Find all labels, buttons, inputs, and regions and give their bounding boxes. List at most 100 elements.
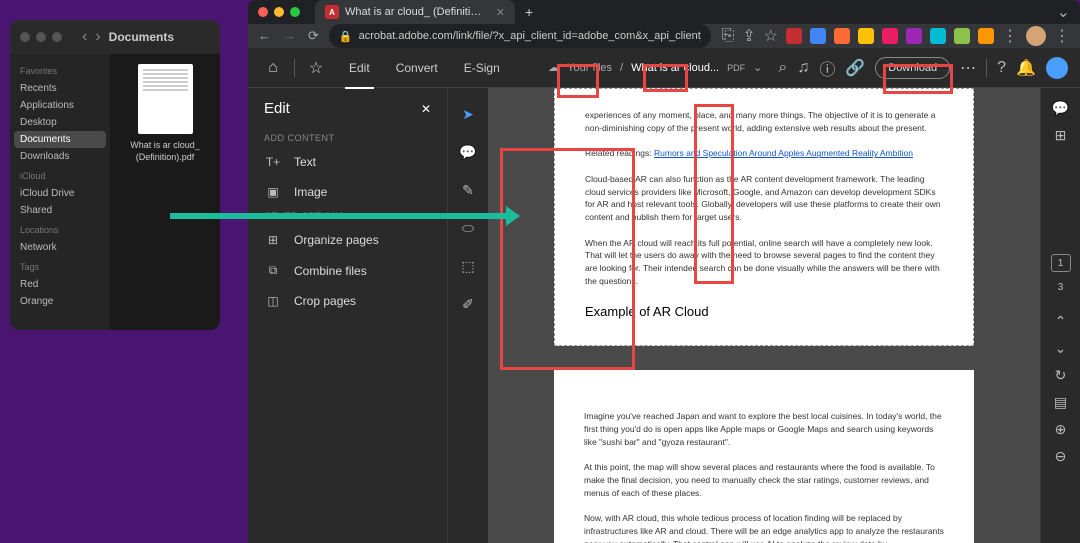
down-icon[interactable]: ⌄ bbox=[1055, 340, 1067, 357]
organize-pages[interactable]: ⊞Organize pages bbox=[248, 225, 447, 255]
sidebar-item[interactable]: Red bbox=[14, 276, 106, 293]
chevron-down-icon[interactable]: ⌄ bbox=[753, 61, 762, 74]
more-icon[interactable]: ⋯ bbox=[960, 58, 976, 78]
user-avatar[interactable] bbox=[1046, 57, 1068, 79]
crop-pages[interactable]: ◫Crop pages bbox=[248, 286, 447, 316]
finder-nav[interactable]: ‹› bbox=[82, 28, 101, 46]
combine-files[interactable]: ⧉Combine files bbox=[248, 255, 447, 286]
acrobat-app: ⌂ ☆ Edit Convert E-Sign ☁ Your files/ Wh… bbox=[248, 48, 1080, 543]
traffic-lights[interactable] bbox=[20, 32, 62, 42]
file-thumb[interactable] bbox=[138, 64, 193, 134]
finder-window: ‹› Documents Favorites Recents Applicati… bbox=[10, 20, 220, 330]
search-icon[interactable]: ⌕ bbox=[778, 59, 787, 77]
pen-tool[interactable]: ✎ bbox=[456, 178, 480, 202]
headphones-icon[interactable]: ♫ bbox=[797, 59, 809, 77]
up-icon[interactable]: ⌃ bbox=[1055, 313, 1067, 330]
text-icon: T+ bbox=[264, 155, 282, 169]
page-total: 3 bbox=[1058, 282, 1064, 293]
star-icon[interactable]: ☆ bbox=[303, 55, 329, 81]
tab-edit[interactable]: Edit bbox=[337, 55, 382, 81]
ext-icon[interactable] bbox=[906, 28, 922, 44]
sidebar-item[interactable]: Desktop bbox=[14, 114, 106, 131]
sidebar-item[interactable]: iCloud Drive bbox=[14, 185, 106, 202]
page-icon[interactable]: ▤ bbox=[1054, 394, 1067, 411]
ext-icon[interactable] bbox=[978, 28, 994, 44]
close-icon[interactable]: ✕ bbox=[421, 102, 431, 116]
help-icon[interactable]: ? bbox=[997, 59, 1006, 77]
arrow-annotation bbox=[170, 213, 510, 219]
pdf-page[interactable]: experiences of any moment, place, and ma… bbox=[554, 88, 974, 346]
url-field[interactable]: 🔒 acrobat.adobe.com/link/file/?x_api_cli… bbox=[329, 24, 712, 48]
edit-panel: Edit ✕ ADD CONTENT T+Text ▣Image OTHER O… bbox=[248, 88, 448, 543]
sidebar-item[interactable]: Recents bbox=[14, 80, 106, 97]
ext-icon[interactable] bbox=[954, 28, 970, 44]
crop-icon: ◫ bbox=[264, 294, 282, 308]
doc-link[interactable]: Rumors and Speculation Around Apples Aug… bbox=[654, 148, 913, 158]
page-num[interactable]: 1 bbox=[1051, 254, 1071, 272]
finder-sidebar: Favorites Recents Applications Desktop D… bbox=[10, 54, 110, 330]
comment-tool[interactable]: 💬 bbox=[456, 140, 480, 164]
sidebar-item[interactable]: Documents bbox=[14, 131, 106, 148]
sidebar-item[interactable]: Shared bbox=[14, 202, 106, 219]
lock-icon: 🔒 bbox=[339, 30, 353, 43]
back-icon[interactable]: ‹ bbox=[82, 28, 87, 46]
document-area[interactable]: experiences of any moment, place, and ma… bbox=[488, 88, 1040, 543]
ext-icon[interactable] bbox=[786, 28, 802, 44]
image-icon: ▣ bbox=[264, 185, 282, 199]
ext-icon[interactable] bbox=[858, 28, 874, 44]
home-icon[interactable]: ⌂ bbox=[260, 55, 286, 81]
back-icon[interactable]: ← bbox=[258, 28, 271, 44]
panel-title: Edit bbox=[264, 100, 290, 117]
eraser-tool[interactable]: ⬭ bbox=[456, 216, 480, 240]
pdf-page[interactable]: Imagine you've reached Japan and want to… bbox=[554, 370, 974, 543]
profile-avatar[interactable] bbox=[1026, 26, 1046, 46]
sidebar-item[interactable]: Orange bbox=[14, 293, 106, 310]
browser-tab[interactable]: A What is ar cloud_ (Definition) ✕ bbox=[315, 0, 515, 24]
new-tab-button[interactable]: + bbox=[525, 4, 533, 20]
grid-icon[interactable]: ⊞ bbox=[1055, 127, 1067, 144]
forward-icon[interactable]: › bbox=[95, 28, 100, 46]
download-button[interactable]: Download bbox=[875, 57, 950, 79]
finder-content: What is ar cloud_ (Definition).pdf bbox=[110, 54, 220, 330]
combine-icon: ⧉ bbox=[264, 263, 282, 278]
forward-icon[interactable]: → bbox=[283, 28, 296, 44]
breadcrumb: ☁ Your files/ What is ar cloud... PDF ⌄ bbox=[548, 61, 762, 74]
sidebar-item[interactable]: Network bbox=[14, 239, 106, 256]
link-icon[interactable]: 🔗 bbox=[845, 58, 865, 78]
highlight-tool[interactable]: ✐ bbox=[456, 292, 480, 316]
tab-esign[interactable]: E-Sign bbox=[452, 55, 512, 81]
chevron-down-icon[interactable]: ⌄ bbox=[1057, 2, 1070, 22]
reload-icon[interactable]: ⟳ bbox=[308, 28, 319, 44]
close-icon[interactable]: ✕ bbox=[496, 6, 505, 19]
ext-icon[interactable] bbox=[930, 28, 946, 44]
share-icon[interactable]: ⇪ bbox=[742, 26, 755, 46]
extensions-icon[interactable]: ⋮ bbox=[1002, 26, 1018, 46]
add-image[interactable]: ▣Image bbox=[248, 177, 447, 207]
ext-icon[interactable] bbox=[834, 28, 850, 44]
sidebar-item[interactable]: Downloads bbox=[14, 148, 106, 165]
pdf-icon: A bbox=[325, 5, 339, 19]
finder-titlebar: ‹› Documents bbox=[10, 20, 220, 54]
rotate-icon[interactable]: ↻ bbox=[1055, 367, 1067, 384]
file-name[interactable]: What is ar cloud_ (Definition).pdf bbox=[120, 140, 210, 163]
right-rail: 💬 ⊞ 1 3 ⌃ ⌄ ↻ ▤ ⊕ ⊖ bbox=[1040, 88, 1080, 543]
add-text[interactable]: T+Text bbox=[248, 147, 447, 177]
ext-icon[interactable] bbox=[810, 28, 826, 44]
install-icon[interactable]: ⎘ bbox=[721, 27, 734, 45]
acrobat-header: ⌂ ☆ Edit Convert E-Sign ☁ Your files/ Wh… bbox=[248, 48, 1080, 88]
url-bar: ← → ⟳ 🔒 acrobat.adobe.com/link/file/?x_a… bbox=[248, 24, 1080, 48]
url-actions: ⎘ ⇪ ☆ ⋮ ⋮ bbox=[721, 26, 1070, 46]
text-icon[interactable]: ⓘ bbox=[819, 56, 835, 80]
ext-icon[interactable] bbox=[882, 28, 898, 44]
zoom-out-icon[interactable]: ⊖ bbox=[1055, 448, 1067, 465]
chat-icon[interactable]: 💬 bbox=[1052, 100, 1069, 117]
zoom-in-icon[interactable]: ⊕ bbox=[1055, 421, 1067, 438]
cursor-tool[interactable]: ➤ bbox=[456, 102, 480, 126]
star-icon[interactable]: ☆ bbox=[764, 26, 778, 46]
tab-convert[interactable]: Convert bbox=[384, 55, 450, 81]
menu-icon[interactable]: ⋮ bbox=[1054, 26, 1070, 46]
traffic-lights[interactable] bbox=[258, 7, 300, 17]
sidebar-item[interactable]: Applications bbox=[14, 97, 106, 114]
bell-icon[interactable]: 🔔 bbox=[1016, 58, 1036, 78]
select-tool[interactable]: ⬚ bbox=[456, 254, 480, 278]
